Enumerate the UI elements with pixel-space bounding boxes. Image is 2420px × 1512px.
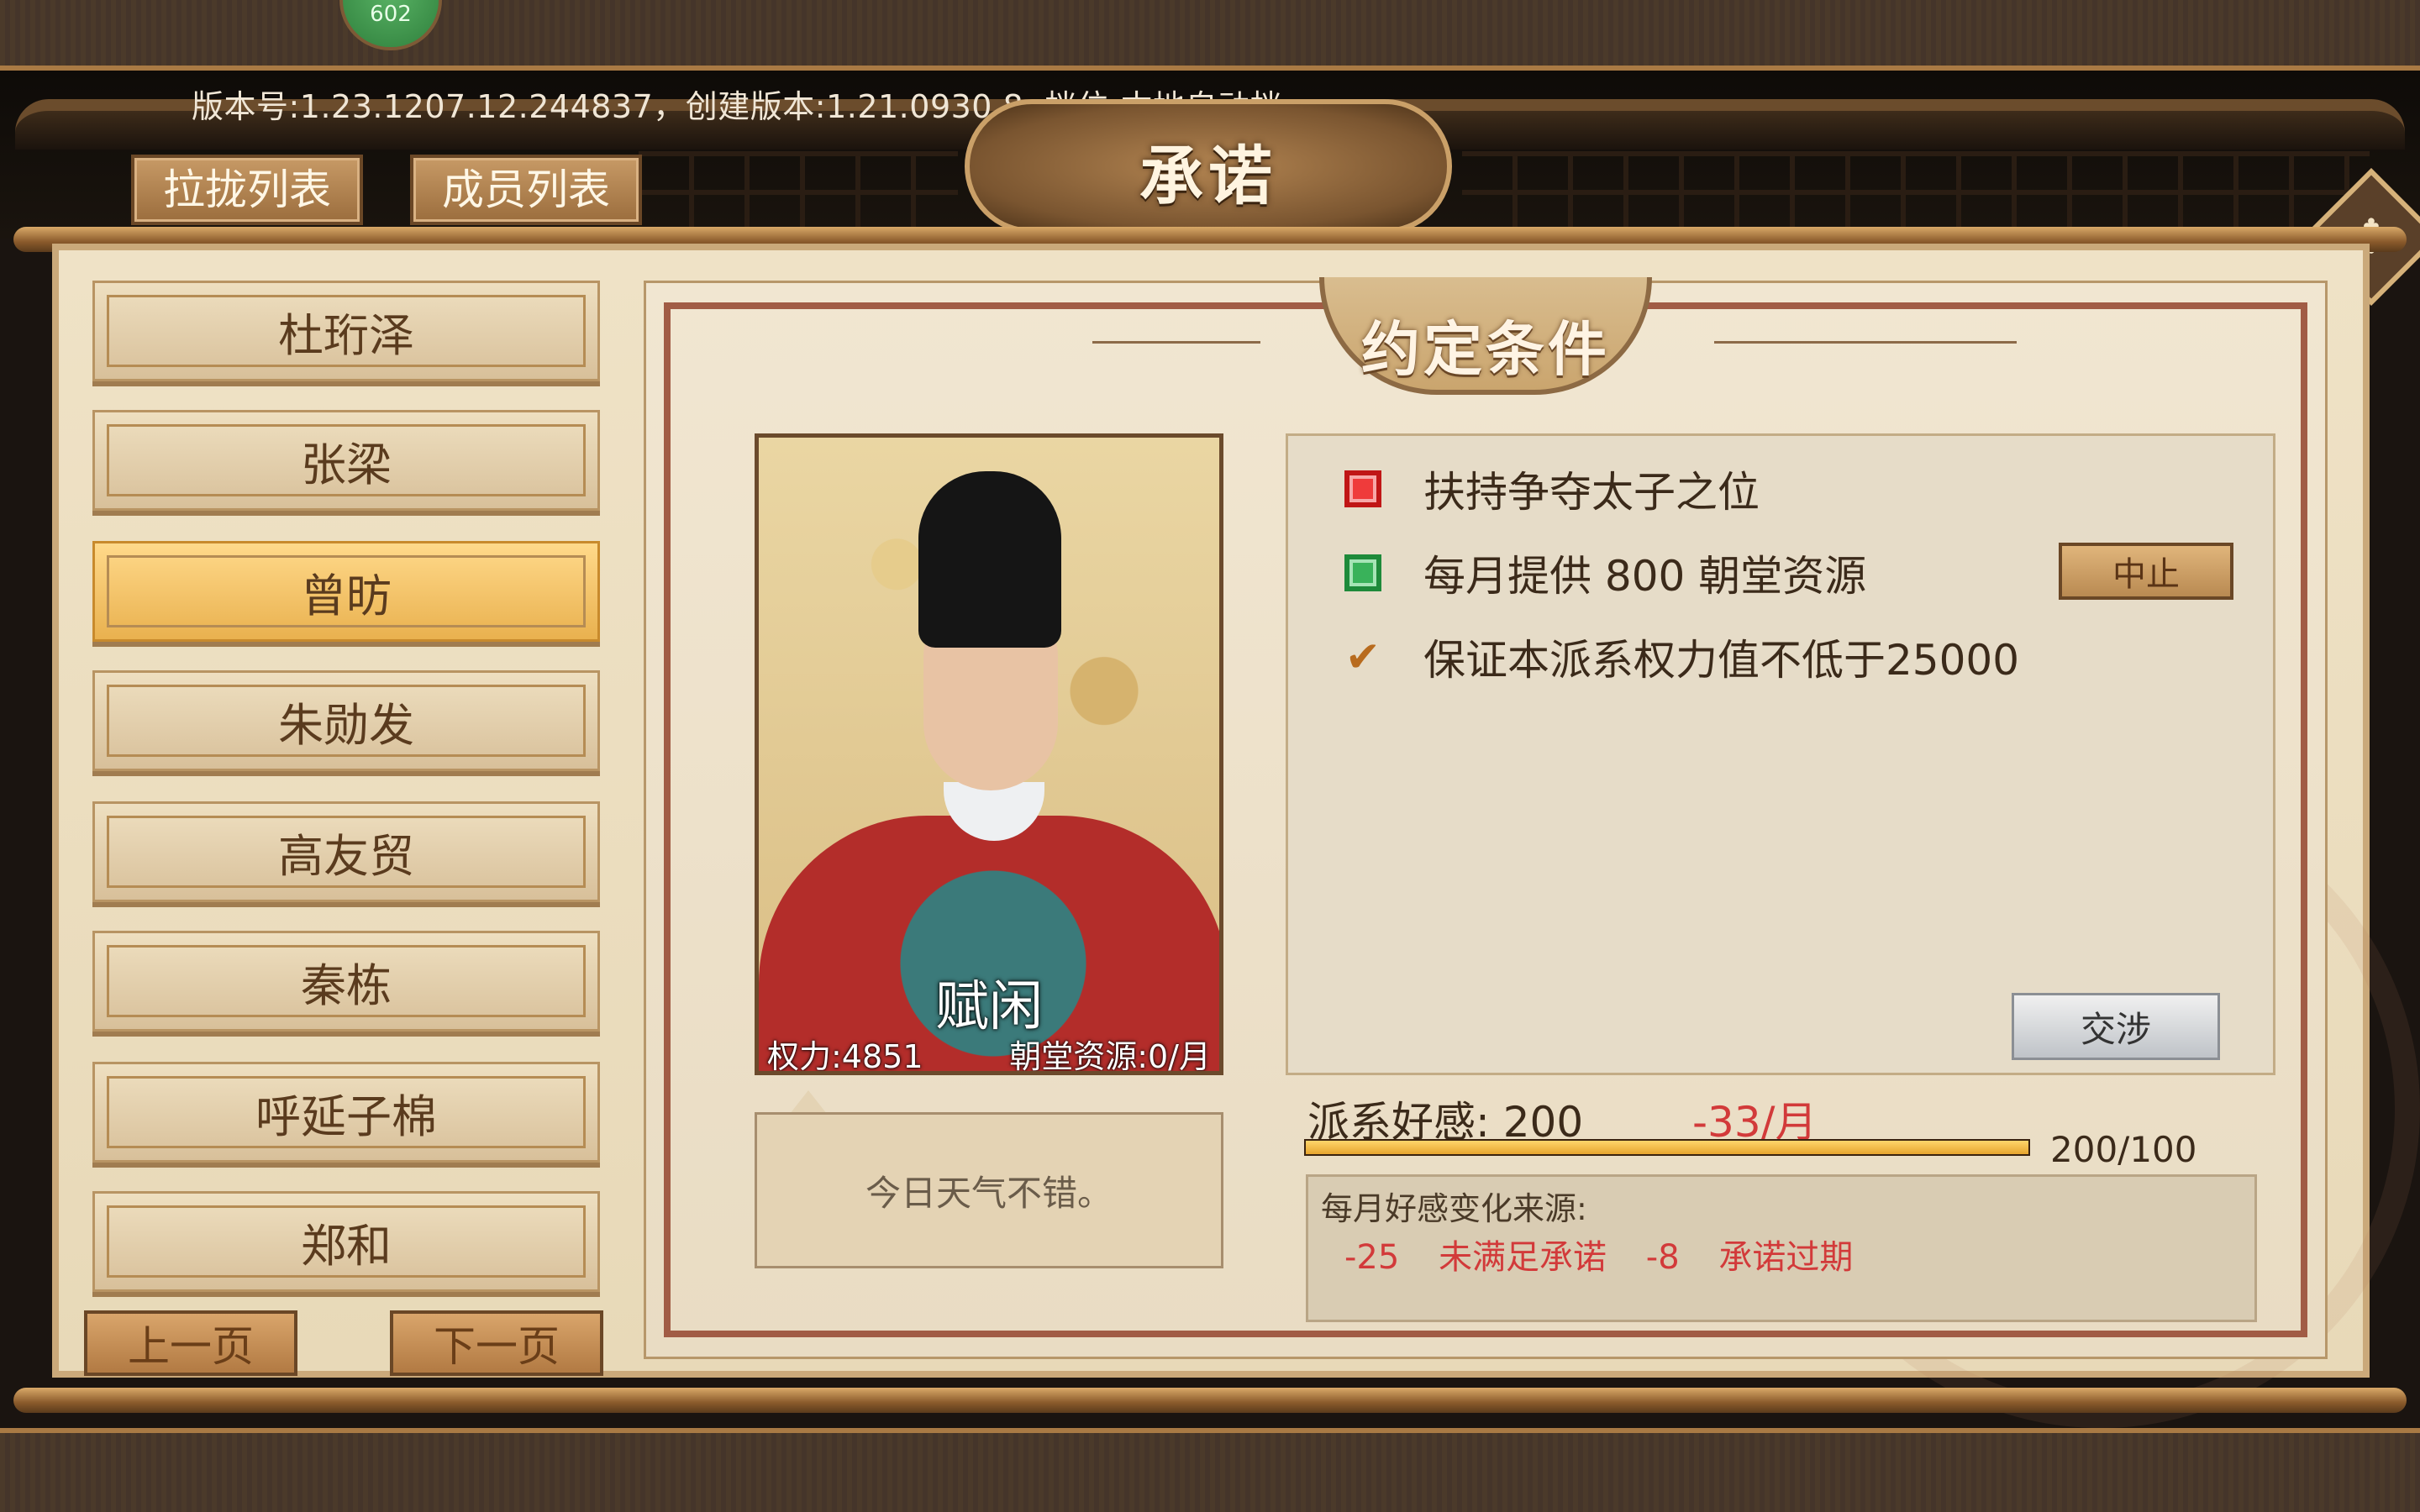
condition-row-1: 扶持争夺太子之位 <box>1344 464 1760 517</box>
name-label: 高友贸 <box>278 829 414 883</box>
divider-left <box>1092 341 1260 344</box>
prev-page-button[interactable]: 上一页 <box>84 1310 297 1376</box>
negotiate-button[interactable]: 交涉 <box>2012 993 2220 1060</box>
condition-text: 扶持争夺太子之位 <box>1423 468 1760 517</box>
speech-bubble: 今日天气不错。 <box>755 1112 1223 1268</box>
portrait-hat <box>918 471 1061 648</box>
tab-recruit-list[interactable]: 拉拢列表 <box>131 155 363 225</box>
favor-progress-bar <box>1304 1139 2030 1156</box>
section-title: 约定条件 <box>1361 315 1610 384</box>
speech-bubble-tail <box>790 1090 827 1114</box>
favor-progress-fill <box>1306 1141 2028 1154</box>
favor-source-items: -25 未满足承诺 -8 承诺过期 <box>1344 1230 1881 1278</box>
condition-text: 每月提供 800 朝堂资源 <box>1423 552 1867 601</box>
character-title: 赋闲 <box>935 976 1043 1038</box>
name-item-2[interactable]: 张梁 <box>92 410 600 511</box>
checkmark-icon: ✔ <box>1345 633 1381 681</box>
condition-row-2: 每月提供 800 朝堂资源 <box>1344 548 1866 601</box>
character-resource: 朝堂资源:0/月 <box>1009 1038 1211 1075</box>
name-item-6[interactable]: 秦栋 <box>92 931 600 1032</box>
name-label: 呼延子棉 <box>255 1089 437 1143</box>
name-item-5[interactable]: 高友贸 <box>92 801 600 902</box>
next-page-button[interactable]: 下一页 <box>390 1310 603 1376</box>
game-screen: 602 版本号:1.23.1207.12.244837，创建版本:1.21.09… <box>0 0 2420 1512</box>
source-reason: 未满足承诺 <box>1439 1238 1607 1277</box>
favor-source-title: 每月好感变化来源: <box>1321 1190 1587 1227</box>
name-item-3-selected[interactable]: 曾昉 <box>92 541 600 642</box>
name-item-1[interactable]: 杜珩泽 <box>92 281 600 381</box>
name-label: 杜珩泽 <box>278 308 414 362</box>
stop-button[interactable]: 中止 <box>2059 543 2233 600</box>
character-power: 权力:4851 <box>767 1038 923 1075</box>
lattice-left <box>639 151 958 228</box>
bottom-wood-band <box>0 1428 2420 1512</box>
name-label: 秦栋 <box>301 958 392 1012</box>
divider-right <box>1714 341 2017 344</box>
name-label: 曾昉 <box>301 569 392 622</box>
unmet-square-icon <box>1344 470 1381 507</box>
source-value: -25 <box>1344 1238 1400 1277</box>
name-item-4[interactable]: 朱勋发 <box>92 670 600 771</box>
page-title: 承诺 <box>1139 139 1277 213</box>
source-value: -8 <box>1645 1238 1680 1277</box>
lattice-right <box>1462 151 2370 228</box>
tab-member-list[interactable]: 成员列表 <box>410 155 642 225</box>
favor-total: 200/100 <box>2050 1129 2197 1170</box>
name-item-8[interactable]: 郑和 <box>92 1191 600 1292</box>
condition-text: 保证本派系权力值不低于25000 <box>1423 636 2020 685</box>
top-badge-label: 602 <box>370 2 412 27</box>
scroll-rod-bottom <box>13 1388 2407 1413</box>
condition-row-3: ✔ 保证本派系权力值不低于25000 <box>1344 632 2019 685</box>
met-square-icon <box>1344 554 1381 591</box>
conditions-box <box>1286 433 2275 1075</box>
source-reason: 承诺过期 <box>1718 1238 1854 1277</box>
name-item-7[interactable]: 呼延子棉 <box>92 1062 600 1163</box>
name-label: 张梁 <box>301 438 392 491</box>
name-label: 朱勋发 <box>278 698 414 752</box>
name-label: 郑和 <box>301 1219 392 1273</box>
character-portrait: 赋闲 权力:4851 朝堂资源:0/月 <box>755 433 1223 1075</box>
